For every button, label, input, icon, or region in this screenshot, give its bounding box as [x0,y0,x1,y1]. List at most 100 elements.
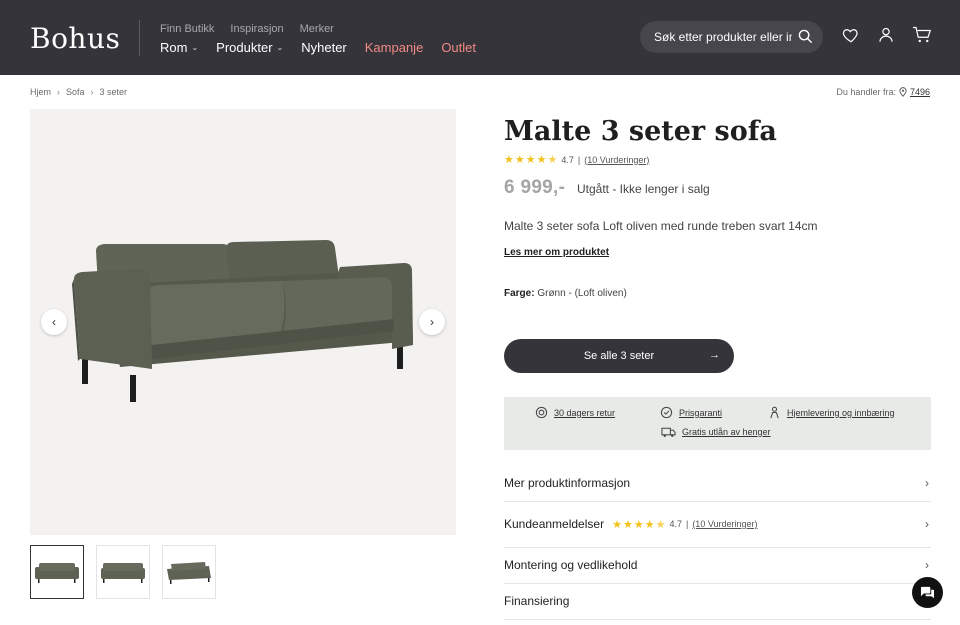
store-selector: Du handler fra: 7496 [836,87,930,97]
store-label: Du handler fra: [836,87,896,97]
chevron-right-icon: › [925,558,929,572]
gallery-next-button[interactable]: › [419,309,445,335]
rating-separator: | [577,154,581,165]
inline-rating: ★ ★ ★ ★ ★ 4.7 | (10 Vurderinger) [612,518,757,531]
top-link-inspirasjon[interactable]: Inspirasjon [230,23,283,35]
usp-label: Gratis utlån av henger [682,427,771,437]
star-rating-icon: ★ ★ ★ ★ ★ [504,154,558,166]
sofa-thumbnail-image [35,563,79,583]
chevron-right-icon: › [430,315,434,329]
divider [504,619,931,620]
see-all-3-seater-button[interactable]: Se alle 3 seter → [504,339,734,373]
thumbnail-2[interactable] [96,545,150,599]
header-divider [139,20,140,56]
breadcrumb-item-sofa[interactable]: Sofa [66,87,85,97]
chevron-right-icon: › [925,476,929,490]
color-value: Grønn - (Loft oliven) [537,288,627,299]
arrow-right-icon: → [709,349,720,361]
top-links: Finn Butikk Inspirasjon Merker [160,23,334,35]
store-number-link[interactable]: 7496 [910,87,930,97]
chevron-right-icon: › [90,87,94,97]
rating-value: 4.7 [561,154,574,165]
divider [504,547,931,548]
accordion-financing[interactable]: Finansiering [504,594,931,608]
accordion-label: Finansiering [504,594,570,608]
delivery-person-icon [770,406,779,419]
divider [504,501,931,502]
chevron-down-icon: ⌄ [191,43,199,52]
product-title: Malte 3 seter sofa [504,116,777,147]
product-rating: ★ ★ ★ ★ ★ 4.7 | (10 Vurderinger) [504,153,649,166]
accordion-assembly[interactable]: Montering og vedlikehold › [504,558,931,572]
breadcrumb: Hjem › Sofa › 3 seter [30,87,127,97]
main-nav: Rom ⌄ Produkter ⌄ Nyheter Kampanje Outle… [160,40,494,55]
thumbnail-1[interactable] [30,545,84,599]
nav-item-label: Outlet [441,40,476,55]
top-link-merker[interactable]: Merker [300,23,334,35]
sofa-thumbnail-image [101,563,145,583]
accordion-label: Kundeanmeldelser [504,517,605,531]
nav-item-label: Rom [160,40,188,55]
accordion-reviews-header: Kundeanmeldelser ★ ★ ★ ★ ★ 4.7 | (10 Vurderi… [504,517,758,531]
search-input[interactable] [654,30,792,44]
product-description: Malte 3 seter sofa Loft oliven med runde… [504,219,818,233]
thumbnail-3[interactable] [162,545,216,599]
user-icon[interactable] [877,26,895,44]
product-price: 6 999,- [504,177,566,198]
cta-label: Se alle 3 seter [583,350,655,362]
chat-button[interactable] [912,577,943,608]
rating-separator: | [685,519,689,529]
nav-item-nyheter[interactable]: Nyheter [301,40,347,55]
nav-item-outlet[interactable]: Outlet [441,40,476,55]
product-color: Farge: Grønn - (Loft oliven) [504,288,627,299]
price-guarantee-icon [660,406,673,419]
gallery-prev-button[interactable]: ‹ [41,309,67,335]
accordion-more-info[interactable]: Mer produktinformasjon › [504,476,931,490]
chevron-left-icon: ‹ [52,315,56,329]
cart-icon[interactable] [912,26,932,44]
top-link-finn-butikk[interactable]: Finn Butikk [160,23,214,35]
star-rating-icon: ★ ★ ★ ★ ★ [612,518,666,531]
nav-item-produkter[interactable]: Produkter ⌄ [216,40,283,55]
chat-icon [920,586,935,598]
usp-price-guarantee[interactable]: Prisgaranti [660,406,722,419]
accordion-label: Montering og vedlikehold [504,558,638,572]
usp-label: 30 dagers retur [554,407,616,418]
nav-item-kampanje[interactable]: Kampanje [365,40,424,55]
chevron-right-icon: › [925,517,929,531]
color-label: Farge: [504,288,535,299]
read-more-link[interactable]: Les mer om produktet [504,247,609,258]
usp-label: Hjemlevering og innbæring [787,407,895,418]
breadcrumb-item-current: 3 seter [99,87,128,97]
return-icon [535,406,548,419]
usp-return[interactable]: 30 dagers retur [535,406,615,419]
nav-item-rom[interactable]: Rom ⌄ [160,40,198,55]
nav-item-label: Produkter [216,40,273,55]
reviews-link[interactable]: (10 Vurderinger) [692,519,757,529]
accordion-label: Mer produktinformasjon [504,476,631,490]
chevron-right-icon: › [57,87,61,97]
reviews-link[interactable]: (10 Vurderinger) [584,155,649,165]
usp-box: 30 dagers retur Prisgaranti Hjemlevering… [504,397,931,450]
breadcrumb-item-hjem[interactable]: Hjem [30,87,51,97]
sofa-product-image[interactable] [30,109,456,535]
nav-item-label: Kampanje [364,40,424,55]
usp-home-delivery[interactable]: Hjemlevering og innbæring [768,406,895,419]
usp-trailer-loan[interactable]: Gratis utlån av henger [661,426,771,438]
availability-status: Utgått - Ikke lenger i salg [577,182,710,196]
product-image-gallery: ‹ › [30,109,456,535]
usp-label: Prisgaranti [679,407,723,418]
heart-icon[interactable] [842,26,860,44]
rating-value: 4.7 [669,519,682,529]
divider [504,583,931,584]
search-icon[interactable] [798,29,813,44]
accordion-reviews[interactable]: Kundeanmeldelser ★ ★ ★ ★ ★ 4.7 | (10 Vurderi… [504,517,931,531]
location-pin-icon [899,87,907,97]
nav-item-label: Nyheter [301,40,347,55]
truck-icon [661,427,676,437]
site-header: Bohus Finn Butikk Inspirasjon Merker Rom… [0,0,960,75]
thumbnail-strip [30,545,216,599]
sofa-thumbnail-image [167,562,211,584]
search-box [640,21,823,53]
bohus-logo[interactable]: Bohus [30,22,120,55]
